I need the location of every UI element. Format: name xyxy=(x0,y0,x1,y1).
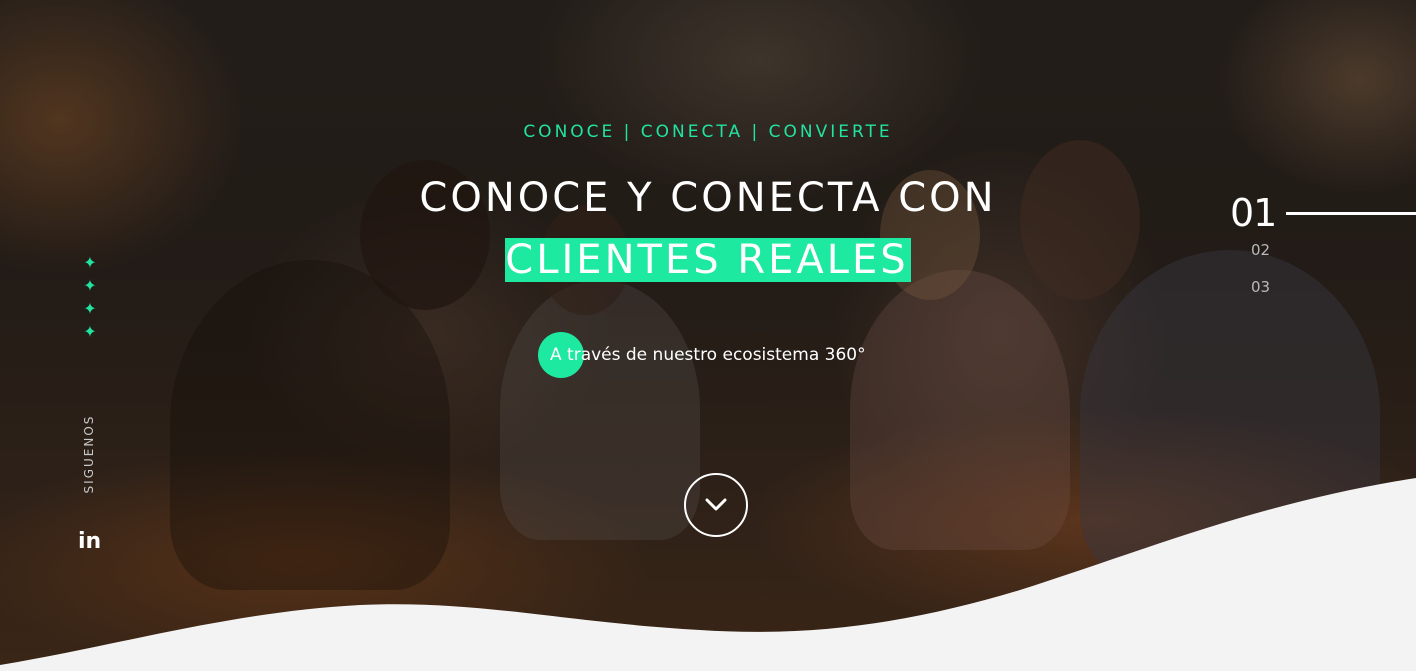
headline-highlight: CLIENTES REALES xyxy=(505,237,911,283)
hero-section: CONOCE | CONECTA | CONVIERTE CONOCE Y CO… xyxy=(0,0,1416,671)
sparkle-icon: ✦ xyxy=(83,276,97,295)
bottom-wave xyxy=(0,478,1416,671)
headline: CONOCE Y CONECTA CON xyxy=(419,175,997,221)
slide-item-03[interactable]: 03 xyxy=(1251,278,1270,296)
slide-item-02[interactable]: 02 xyxy=(1251,241,1270,259)
subline: A través de nuestro ecosistema 360° xyxy=(538,332,866,378)
slide-progress-bar xyxy=(1286,211,1416,215)
sparkle-icon: ✦ xyxy=(83,299,97,318)
sparkle-icon: ✦ xyxy=(83,253,97,272)
sparkle-icon: ✦ xyxy=(83,322,97,341)
headline-line-2: CLIENTES REALES xyxy=(0,238,1416,282)
sparkle-decoration: ✦ ✦ ✦ ✦ xyxy=(80,254,100,341)
tagline: CONOCE | CONECTA | CONVIERTE xyxy=(523,122,893,142)
slide-current-number: 01 xyxy=(1230,191,1277,235)
slide-current[interactable]: 01 xyxy=(1230,190,1416,236)
subline-text: A través de nuestro ecosistema 360° xyxy=(550,345,866,365)
